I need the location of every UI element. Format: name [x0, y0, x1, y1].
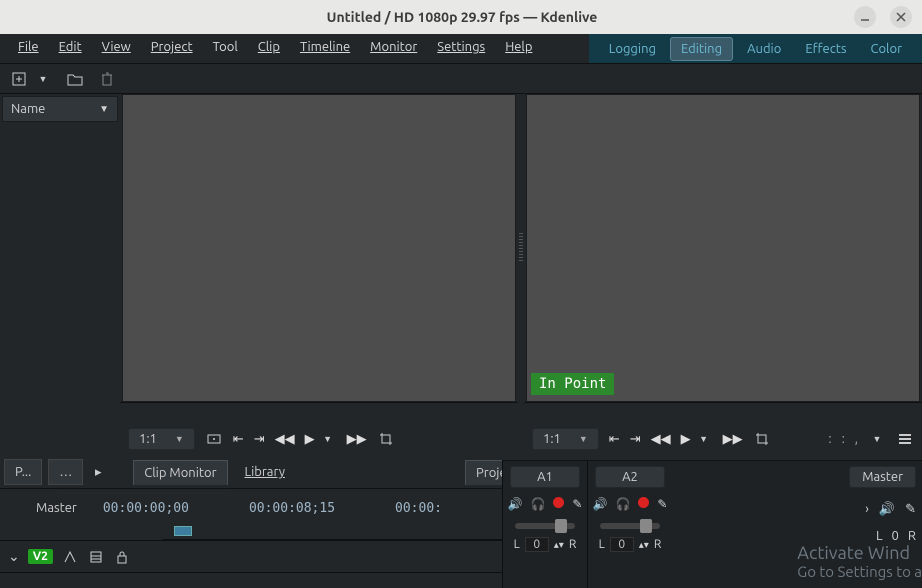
track-collapse-icon[interactable]: ⌄ — [8, 548, 20, 565]
rewind-button[interactable]: ◀◀ — [275, 432, 295, 447]
play-dropdown[interactable]: ▼ — [319, 430, 337, 448]
ham-down-icon[interactable]: ▼ — [868, 430, 886, 448]
tab-library[interactable]: Library — [234, 459, 296, 485]
dropdown-arrow-icon[interactable]: ▼ — [34, 70, 52, 88]
menu-timeline[interactable]: Timeline — [290, 34, 360, 63]
clip-zoom-dropdown[interactable]: 1:1▼ — [128, 428, 195, 450]
volume-slider-a2[interactable] — [600, 523, 660, 529]
menubar: File Edit View Project Tool Clip Timelin… — [0, 34, 922, 64]
volume-slider-a1[interactable] — [515, 523, 575, 529]
mode-editing[interactable]: Editing — [670, 37, 733, 61]
project-bin-panel: Name ▼ — [0, 94, 120, 402]
in-point-icon[interactable]: ⇤ — [609, 432, 620, 447]
delete-button[interactable] — [98, 70, 116, 88]
menu-monitor[interactable]: Monitor — [360, 34, 427, 63]
mode-audio[interactable]: Audio — [735, 36, 793, 62]
tc-colon2: : — [842, 432, 845, 446]
menu-file[interactable]: File — [8, 34, 49, 63]
out-point-icon[interactable]: ⇥ — [630, 432, 641, 447]
tc-comma: , — [855, 432, 858, 446]
hamburger-icon[interactable] — [896, 430, 914, 448]
clip-monitor-ruler[interactable] — [120, 402, 518, 422]
forward-button[interactable]: ▶▶ — [347, 432, 367, 447]
speaker-icon[interactable]: 🔊 — [879, 502, 895, 517]
timeline-panel: Master 00:00:00;00 00:00:08;15 00:00: ⌄ … — [0, 494, 502, 588]
timeline-ruler[interactable] — [162, 522, 502, 540]
headphone-icon[interactable]: 🎧 — [615, 497, 630, 511]
crop-button[interactable] — [753, 430, 771, 448]
audio-mixer: A1 🔊 🎧 ✎ L ▴▾ R A2 🔊 🎧 ✎ L ▴▾ R — [502, 460, 922, 588]
speaker-icon[interactable]: 🔊 — [508, 497, 523, 511]
pan-input-a1[interactable] — [525, 537, 549, 552]
aspect-button[interactable] — [205, 430, 223, 448]
tab-p[interactable]: P... — [4, 459, 42, 485]
mode-color[interactable]: Color — [859, 36, 915, 62]
track-v2-badge[interactable]: V2 — [28, 549, 53, 564]
close-button[interactable] — [890, 6, 912, 28]
project-monitor-ruler[interactable] — [524, 402, 922, 422]
rewind-button[interactable]: ◀◀ — [651, 432, 671, 447]
mode-logging[interactable]: Logging — [597, 36, 668, 62]
expand-icon[interactable]: › — [865, 502, 869, 517]
timecode-3: 00:00: — [395, 501, 442, 516]
monitor-controls-row: 1:1▼ ⇤ ⇥ ◀◀ ▶ ▼ ▶▶ 1:1▼ ⇤ ⇥ ◀◀ ▶ ▼ ▶▶ : … — [0, 422, 922, 456]
tc-colon: : — [828, 432, 831, 446]
master-label[interactable]: Master — [10, 501, 103, 515]
forward-button[interactable]: ▶▶ — [723, 432, 743, 447]
timecode-2: 00:00:08;15 — [249, 501, 335, 516]
record-icon[interactable] — [553, 497, 564, 508]
menu-settings[interactable]: Settings — [427, 34, 495, 63]
menu-tool[interactable]: Tool — [203, 34, 248, 63]
effects-icon[interactable]: ✎ — [572, 497, 582, 511]
add-clip-button[interactable] — [10, 70, 28, 88]
clip-monitor-view[interactable] — [122, 94, 516, 402]
bin-toolbar: ▼ — [0, 64, 922, 94]
menu-clip[interactable]: Clip — [248, 34, 290, 63]
mode-effects[interactable]: Effects — [793, 36, 858, 62]
menu-help[interactable]: Help — [495, 34, 542, 63]
chevron-down-icon: ▼ — [99, 103, 109, 115]
playhead-marker[interactable] — [174, 526, 192, 536]
splitter-vertical[interactable] — [518, 94, 524, 402]
speaker-icon[interactable]: 🔊 — [593, 497, 608, 511]
play-button[interactable]: ▶ — [681, 432, 691, 447]
menu-edit[interactable]: Edit — [49, 34, 92, 63]
in-point-badge: In Point — [531, 373, 614, 395]
effects-icon[interactable]: ✎ — [905, 502, 916, 517]
bin-name-column[interactable]: Name ▼ — [2, 96, 118, 122]
tabs-more-icon[interactable]: ▸ — [89, 463, 107, 481]
pan-input-a2[interactable] — [610, 537, 634, 552]
project-monitor-view[interactable]: In Point — [526, 94, 920, 402]
record-icon[interactable] — [638, 497, 649, 508]
mixer-channel-a1: A1 🔊 🎧 ✎ L ▴▾ R — [502, 461, 587, 588]
mixer-master: Master › 🔊 ✎ L 0 R — [672, 461, 922, 588]
window-title: Untitled / HD 1080p 29.97 fps — Kdenlive — [70, 9, 854, 25]
track-v2-row[interactable]: ⌄ V2 — [0, 541, 502, 573]
track-film-icon[interactable] — [87, 548, 105, 566]
in-point-icon[interactable]: ⇤ — [233, 432, 244, 447]
headphone-icon[interactable]: 🎧 — [530, 497, 545, 511]
play-button[interactable]: ▶ — [305, 432, 315, 447]
tab-clip-monitor[interactable]: Clip Monitor — [133, 460, 227, 485]
track-effects-icon[interactable] — [61, 548, 79, 566]
timecode-1: 00:00:00;00 — [103, 501, 189, 516]
effects-icon[interactable]: ✎ — [657, 497, 667, 511]
mixer-channel-a2: A2 🔊 🎧 ✎ L ▴▾ R — [587, 461, 672, 588]
play-dropdown[interactable]: ▼ — [695, 430, 713, 448]
track-lock-icon[interactable] — [113, 548, 131, 566]
folder-button[interactable] — [66, 70, 84, 88]
crop-button[interactable] — [377, 430, 395, 448]
tab-dots[interactable]: … — [48, 459, 83, 485]
menu-view[interactable]: View — [92, 34, 141, 63]
menu-project[interactable]: Project — [141, 34, 203, 63]
titlebar: Untitled / HD 1080p 29.97 fps — Kdenlive — [0, 0, 922, 34]
out-point-icon[interactable]: ⇥ — [254, 432, 265, 447]
layout-modes: Logging Editing Audio Effects Color — [589, 34, 922, 63]
project-zoom-dropdown[interactable]: 1:1▼ — [532, 428, 599, 450]
minimize-button[interactable] — [854, 6, 876, 28]
